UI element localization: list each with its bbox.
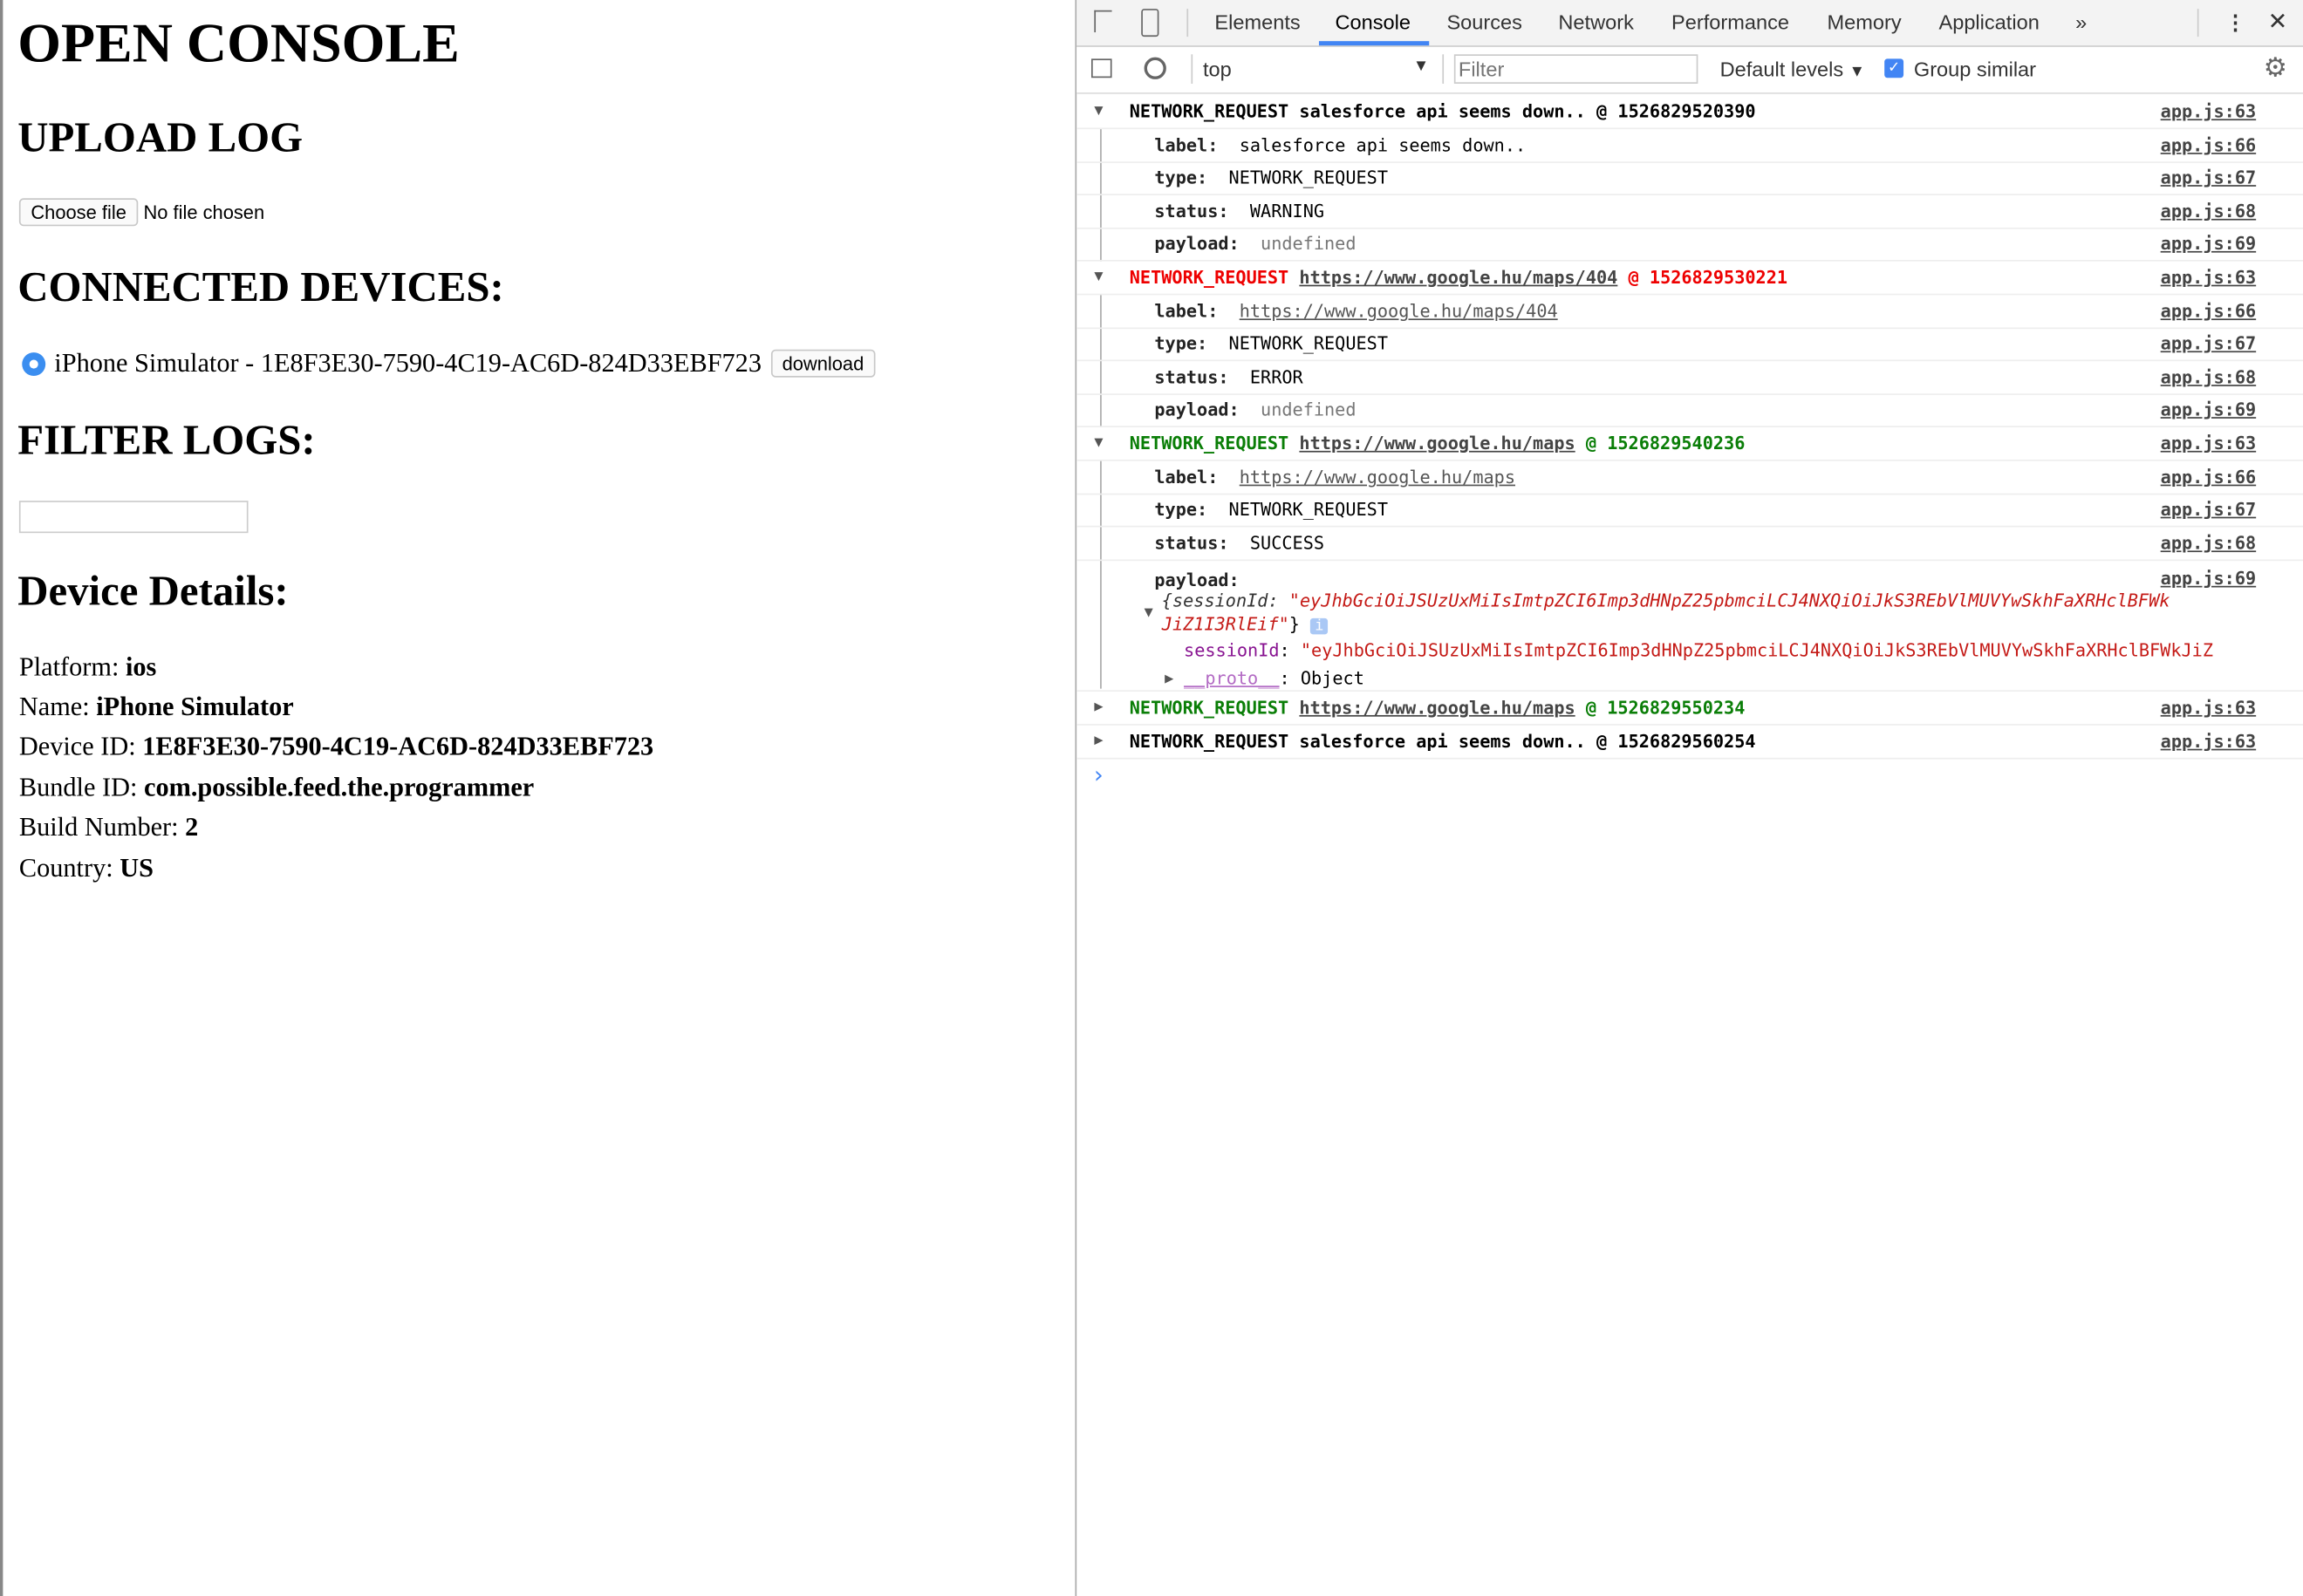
info-icon[interactable]: i [1310,617,1329,635]
log-field: payload: undefined app.js:69 [1076,228,2303,262]
console-prompt[interactable]: › [1091,760,1105,788]
detail-name: Name: iPhone Simulator [18,692,294,721]
log-field: label: salesforce api seems down.. app.js… [1076,129,2303,163]
log-group-header[interactable]: ▼ NETWORK_REQUEST https://www.google.hu/m… [1076,427,2303,461]
detail-platform: Platform: ios [18,651,157,682]
log-group-header[interactable]: ▶ NETWORK_REQUEST https://www.google.hu/m… [1076,692,2303,726]
tab-application[interactable]: Application [1938,10,2039,34]
tab-performance[interactable]: Performance [1671,10,1789,34]
sidebar-toggle-icon[interactable] [1090,58,1112,78]
log-field: type: NETWORK_REQUEST app.js:67 [1076,494,2303,528]
settings-gear-icon[interactable]: ⚙ [2264,53,2287,84]
detail-device-id: Device ID: 1E8F3E30-7590-4C19-AC6D-824D3… [18,731,654,761]
log-field: type: NETWORK_REQUEST app.js:67 [1076,327,2303,362]
file-status: No file chosen [143,201,265,223]
app-page: OPEN CONSOLE UPLOAD LOG Choose file No f… [0,0,1075,1596]
tab-console[interactable]: Console [1335,10,1411,34]
log-field: type: NETWORK_REQUEST app.js:67 [1076,161,2303,195]
log-field: status: WARNING app.js:68 [1076,195,2303,229]
expand-triangle-icon: ▼ [1094,102,1104,119]
group-similar-checkbox[interactable]: ✓ [1884,58,1904,78]
choose-file-button[interactable]: Choose file [18,198,139,227]
devices-heading: CONNECTED DEVICES: [17,264,504,311]
page-title: OPEN CONSOLE [17,13,460,75]
log-levels-dropdown[interactable]: Default levels ▼ [1720,58,1865,81]
log-group-header[interactable]: ▼ NETWORK_REQUEST https://www.google.hu/m… [1076,262,2303,296]
devtools-tabbar: Elements Console Sources Network Perform… [1076,0,2303,47]
detail-bundle-id: Bundle ID: com.possible.feed.the.program… [18,772,535,802]
log-field: payload: undefined app.js:69 [1076,393,2303,427]
upload-heading: UPLOAD LOG [17,114,304,162]
device-label: iPhone Simulator - 1E8F3E30-7590-4C19-AC… [54,348,762,378]
log-field: label: https://www.google.hu/maps app.js:… [1076,461,2303,495]
close-icon[interactable]: ✕ [2268,7,2288,37]
log-group-header[interactable]: ▶ NETWORK_REQUEST salesforce api seems do… [1076,726,2303,760]
filter-heading: FILTER LOGS: [17,417,316,465]
detail-country: Country: US [18,853,154,883]
log-group-header[interactable]: ▼ NETWORK_REQUEST salesforce api seems do… [1076,95,2303,130]
tab-network[interactable]: Network [1558,10,1633,34]
payload-field: payload: app.js:69 ▼ {sessionId: "eyJhbG… [1076,561,2303,692]
devtools-panel: Elements Console Sources Network Perform… [1075,0,2303,1596]
kebab-menu-icon[interactable]: ⋮ [2225,10,2246,36]
group-similar-label: Group similar [1913,57,2037,81]
device-toolbar-icon[interactable] [1141,9,1159,38]
tab-sources[interactable]: Sources [1446,10,1521,34]
download-button[interactable]: download [770,349,876,378]
tab-elements[interactable]: Elements [1214,10,1300,34]
collapse-triangle-icon[interactable]: ▼ [1145,602,1153,625]
tab-memory[interactable]: Memory [1828,10,1902,34]
log-field: status: SUCCESS app.js:68 [1076,527,2303,562]
dropdown-icon: ▼ [1412,57,1430,75]
more-tabs-icon[interactable]: » [2075,10,2087,34]
detail-build-number: Build Number: 2 [18,812,199,842]
inspect-element-icon[interactable] [1094,10,1112,33]
log-field: label: https://www.google.hu/maps/404 app… [1076,295,2303,330]
source-link[interactable]: app.js:63 [2161,95,2256,127]
device-radio[interactable] [22,351,46,376]
clear-console-icon[interactable] [1144,57,1166,79]
context-select[interactable]: top ▼ [1203,58,1429,81]
details-heading: Device Details: [17,568,289,616]
expand-proto-icon[interactable]: ▶ [1165,668,1173,692]
filter-logs-input[interactable] [18,501,249,534]
console-toolbar: top▼ Default levels ▼ ✓ Group similar ⚙ [1076,46,2303,94]
log-field: status: ERROR app.js:68 [1076,361,2303,395]
console-filter-input[interactable] [1453,54,1698,84]
